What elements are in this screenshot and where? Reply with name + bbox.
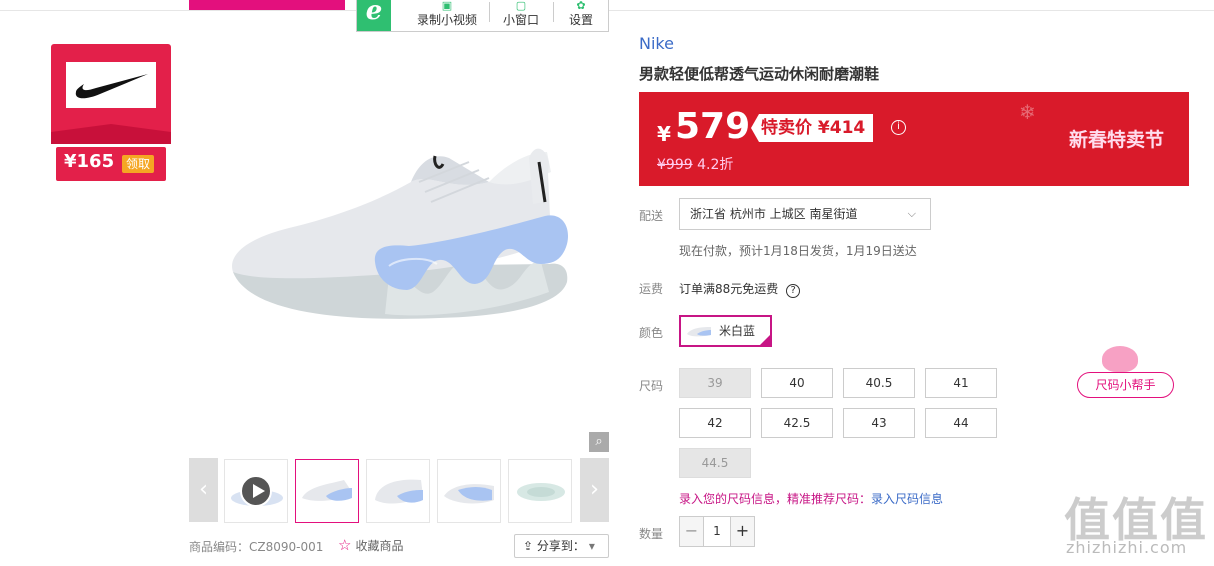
help-icon[interactable]: ?	[786, 284, 801, 298]
size-tip-text: 录入您的尺码信息，精准推荐尺码：	[679, 492, 872, 506]
size-helper-label[interactable]: 尺码小帮手	[1077, 372, 1174, 398]
video-toolbar: e ▣ 录制小视频 ▢ 小窗口 ✿ 设置	[356, 0, 609, 32]
chevron-down-icon: ⌵	[907, 207, 916, 220]
size-option[interactable]: 43	[843, 408, 915, 438]
quantity-value[interactable]: 1	[704, 517, 730, 546]
festival-label: 新春特卖节	[1069, 129, 1165, 151]
toolbar-separator	[489, 2, 490, 22]
size-label: 尺码	[639, 379, 664, 393]
color-swatch	[687, 327, 711, 337]
info-icon[interactable]: i	[891, 120, 906, 135]
play-icon	[240, 475, 272, 507]
size-tip: 录入您的尺码信息，精准推荐尺码：录入尺码信息	[679, 490, 943, 507]
toolbar-separator	[553, 2, 554, 22]
size-option: 44.5	[679, 448, 751, 478]
freight-label: 运费	[639, 282, 664, 296]
discount-rate: 4.2折	[697, 157, 734, 173]
nike-logo	[66, 62, 156, 108]
thumbnail-prev-button[interactable]: ‹	[189, 458, 218, 522]
size-option[interactable]: 40	[761, 368, 833, 398]
size-option[interactable]: 44	[925, 408, 997, 438]
selected-check-icon	[758, 333, 772, 347]
record-video-button[interactable]: ▣ 录制小视频	[409, 0, 485, 31]
address-selector[interactable]: 浙江省 杭州市 上城区 南星街道 ⌵	[679, 198, 931, 230]
thumbnail-image[interactable]	[366, 459, 430, 523]
snowflake-icon: ❄	[1019, 100, 1036, 124]
size-option[interactable]: 42.5	[761, 408, 833, 438]
thumbnail-image[interactable]	[295, 459, 359, 523]
sku-code: 商品编码：CZ8090-001	[189, 540, 324, 554]
thumbnail-image[interactable]	[508, 459, 572, 523]
special-price-tag: 特卖价 ¥414	[751, 114, 874, 142]
delivery-label: 配送	[639, 209, 664, 223]
mini-window-icon: ▢	[515, 0, 527, 12]
size-option[interactable]: 42	[679, 408, 751, 438]
size-helper[interactable]: 尺码小帮手	[1077, 340, 1174, 400]
size-option: 39	[679, 368, 751, 398]
quantity-stepper[interactable]: − 1 +	[679, 516, 755, 547]
main-product-image[interactable]	[189, 32, 609, 452]
freight-text: 订单满88元免运费	[679, 282, 779, 296]
star-icon: ☆	[338, 536, 352, 554]
settings-button[interactable]: ✿ 设置	[561, 0, 601, 31]
coupon-price: ¥165	[64, 151, 115, 172]
color-option-selected[interactable]: 米白蓝	[679, 315, 772, 347]
address-value: 浙江省 杭州市 上城区 南星街道	[690, 207, 858, 221]
favorite-button[interactable]: ☆ 收藏商品	[338, 536, 403, 554]
price-currency: ¥	[657, 122, 671, 146]
zoom-icon[interactable]: ⌕	[589, 432, 609, 452]
share-button[interactable]: ⇪ 分享到： ▾	[514, 534, 609, 558]
size-option[interactable]: 40.5	[843, 368, 915, 398]
mascot-icon	[1102, 346, 1138, 372]
current-price: 579	[675, 106, 751, 147]
color-name: 米白蓝	[719, 324, 756, 338]
coupon[interactable]: ¥165 领取	[56, 147, 166, 181]
chevron-down-icon: ▾	[588, 539, 595, 553]
top-pink-tab[interactable]	[189, 0, 345, 10]
thumbnail-video[interactable]	[224, 459, 288, 523]
freight-info: 订单满88元免运费 ?	[679, 280, 801, 298]
quantity-label: 数量	[639, 527, 664, 541]
size-option[interactable]: 41	[925, 368, 997, 398]
increase-button[interactable]: +	[730, 517, 754, 546]
share-icon: ⇪	[523, 539, 537, 553]
brand-badge[interactable]	[51, 44, 171, 144]
promo-banner: ❄ ¥ 579 特卖价 ¥414 i ¥999 4.2折 新春特卖节	[639, 92, 1189, 186]
e-logo-icon: e	[357, 0, 391, 31]
mini-window-button[interactable]: ▢ 小窗口	[497, 0, 545, 31]
brand-link[interactable]: Nike	[639, 34, 674, 53]
claim-coupon-button[interactable]: 领取	[122, 155, 155, 173]
product-title: 男款轻便低帮透气运动休闲耐磨潮鞋	[639, 65, 880, 83]
watermark-url: zhizhizhi.com	[1066, 538, 1188, 557]
shipping-estimate: 现在付款，预计1月18日发货，1月19日送达	[679, 244, 917, 258]
record-icon: ▣	[441, 0, 453, 12]
original-price-row: ¥999 4.2折	[657, 154, 733, 174]
enter-size-link[interactable]: 录入尺码信息	[871, 492, 943, 506]
decrease-button[interactable]: −	[680, 517, 704, 546]
favorite-label: 收藏商品	[355, 539, 404, 553]
badge-fold	[51, 124, 171, 144]
share-label: 分享到：	[536, 539, 585, 553]
color-label: 颜色	[639, 326, 664, 340]
original-price: ¥999	[657, 157, 693, 173]
thumbnail-next-button[interactable]: ›	[580, 458, 609, 522]
thumbnail-image[interactable]	[437, 459, 501, 523]
gear-icon: ✿	[576, 0, 586, 12]
